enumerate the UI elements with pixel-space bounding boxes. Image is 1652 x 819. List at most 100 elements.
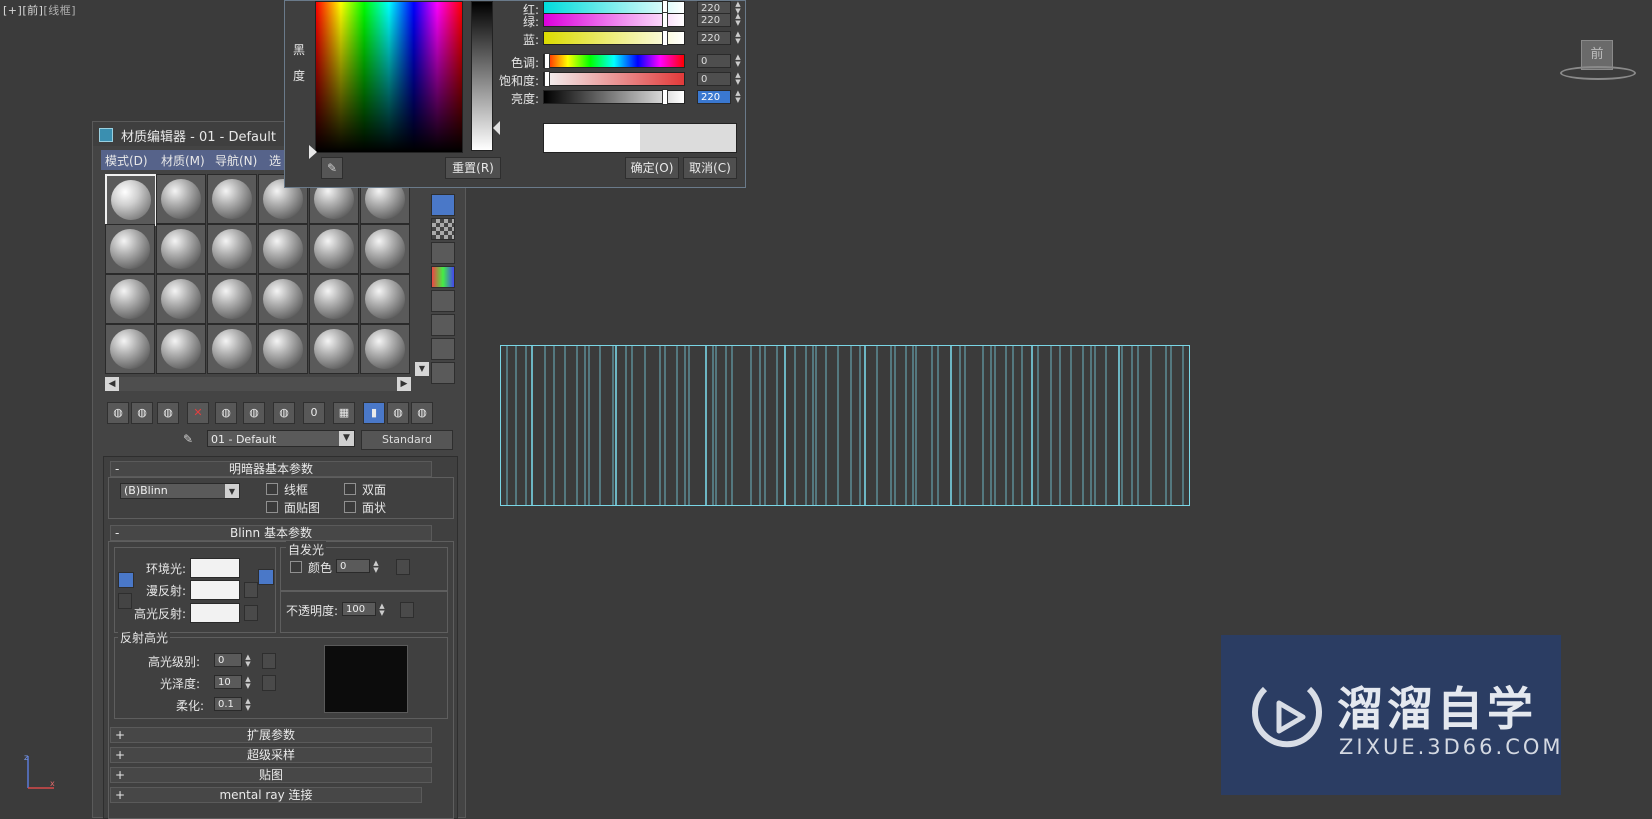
lock-map-icon[interactable] [258,569,274,585]
show-end-result-icon[interactable]: ▮ [363,402,385,424]
faceted-checkbox[interactable] [344,501,356,513]
chevron-down-icon[interactable]: ▼ [339,431,354,446]
diffuse-color-swatch[interactable] [190,580,240,600]
rollout-extended-header[interactable]: + 扩展参数 [110,727,432,743]
rollout-maps-header[interactable]: + 贴图 [110,767,432,783]
rollout-mental-ray-header[interactable]: + mental ray 连接 [110,787,422,803]
scroll-right-arrow-icon[interactable]: ▶ [397,377,411,391]
material-sample-slot[interactable] [309,224,359,274]
put-to-library-icon[interactable]: ◍ [273,402,295,424]
background-checker-icon[interactable] [431,218,455,240]
rollout-blinn-basic-header[interactable]: - Blinn 基本参数 [110,525,432,541]
material-sample-slot[interactable] [309,324,359,374]
glossiness-map-button[interactable] [262,675,276,691]
material-sample-slot[interactable] [105,274,155,324]
value-slider[interactable] [543,89,685,105]
menu-navigation[interactable]: 导航(N) [215,152,257,169]
hue-blackness-spectrum[interactable] [315,1,463,153]
opacity-spinner[interactable]: 100 ▲ ▼ [342,602,385,617]
self-illum-map-button[interactable] [396,559,410,575]
material-id-channel-icon[interactable]: 0 [303,402,325,424]
options-icon[interactable] [431,338,455,360]
material-sample-slot[interactable] [105,174,157,226]
specular-color-swatch[interactable] [190,603,240,623]
scroll-down-arrow-icon[interactable]: ▼ [415,362,429,376]
material-sample-slot[interactable] [156,324,206,374]
glossiness-spinner[interactable]: 10 ▲ ▼ [214,675,251,690]
spinner-arrows-icon[interactable]: ▲ ▼ [377,603,387,617]
material-sample-slot[interactable] [360,324,410,374]
show-map-in-viewport-icon[interactable]: ▦ [333,402,355,424]
specular-level-map-button[interactable] [262,653,276,669]
reset-map-delete-icon[interactable]: ✕ [187,402,209,424]
make-unique-icon[interactable]: ◍ [243,402,265,424]
shader-type-dropdown[interactable]: (B)Blinn ▼ [120,483,240,499]
ok-button[interactable]: 确定(O) [625,157,679,179]
make-preview-icon[interactable] [431,314,455,336]
backlight-icon[interactable] [431,242,455,264]
reset-button[interactable]: 重置(R) [445,157,501,179]
viewcube-ring[interactable] [1560,66,1636,80]
two-sided-checkbox[interactable] [344,483,356,495]
blackness-pointer-icon[interactable] [309,145,317,159]
put-to-scene-icon[interactable]: ◍ [131,402,153,424]
menu-material[interactable]: 材质(M) [161,152,205,169]
cancel-button[interactable]: 取消(C) [683,157,737,179]
rollout-shader-basic-header[interactable]: - 明暗器基本参数 [110,461,432,477]
select-by-material-icon[interactable] [431,362,455,384]
material-sample-slot[interactable] [258,274,308,324]
pick-material-eyedropper-icon[interactable]: ✎ [183,432,199,448]
value-value-field[interactable]: 220 [697,90,731,104]
material-sample-slot[interactable] [105,224,155,274]
scroll-left-arrow-icon[interactable]: ◀ [105,377,119,391]
self-illum-spinner[interactable]: 0 ▲ ▼ [336,559,379,574]
menu-mode[interactable]: 模式(D) [105,152,148,169]
wire-checkbox[interactable] [266,483,278,495]
spinner-arrows-icon[interactable]: ▲ ▼ [733,31,743,45]
green-slider[interactable] [543,12,685,28]
viewport-view-menu[interactable]: [前] [22,4,43,17]
spinner-arrows-icon[interactable]: ▲ ▼ [733,72,743,86]
material-sample-slot[interactable] [360,224,410,274]
saturation-value-field[interactable]: 0 [697,72,731,86]
material-sample-slot[interactable] [309,274,359,324]
lock-ambient-diffuse-icon[interactable] [118,572,134,588]
whiteness-pointer-icon[interactable] [493,121,500,135]
menu-options[interactable]: 选 [269,152,281,169]
specular-level-spinner[interactable]: 0 ▲ ▼ [214,653,251,668]
spinner-arrows-icon[interactable]: ▲ ▼ [733,54,743,68]
rollout-supersampling-header[interactable]: + 超级采样 [110,747,432,763]
material-sample-slot[interactable] [156,274,206,324]
face-map-checkbox[interactable] [266,501,278,513]
material-sample-slot[interactable] [207,274,257,324]
diffuse-map-button[interactable] [244,582,258,598]
spinner-arrows-icon[interactable]: ▲ ▼ [243,698,253,712]
material-name-field[interactable]: 01 - Default ▼ [207,430,355,447]
blue-value-field[interactable]: 220 [697,31,731,45]
soften-spinner[interactable]: 0.1 ▲ ▼ [214,697,251,712]
lock-diffuse-specular-icon[interactable] [118,593,132,609]
material-sample-slot[interactable] [207,174,257,224]
self-illum-color-checkbox[interactable] [290,561,302,573]
viewcube[interactable]: 前 [1560,36,1652,86]
material-sample-slot[interactable] [360,274,410,324]
hue-value-field[interactable]: 0 [697,54,731,68]
viewport-label[interactable]: [+][前][线框] [3,2,76,18]
go-to-parent-icon[interactable]: ◍ [387,402,409,424]
chevron-down-icon[interactable]: ▼ [225,484,239,498]
sample-uv-tiling-icon[interactable] [431,266,455,288]
spinner-arrows-icon[interactable]: ▲ ▼ [733,13,743,27]
spinner-arrows-icon[interactable]: ▲ ▼ [243,654,253,668]
go-forward-sibling-icon[interactable]: ◍ [411,402,433,424]
slots-scrollbar[interactable]: ◀ ▶ [105,377,411,391]
material-sample-slot[interactable] [207,324,257,374]
spinner-arrows-icon[interactable]: ▲ ▼ [243,676,253,690]
blue-slider[interactable] [543,30,685,46]
material-sample-slot[interactable] [258,324,308,374]
viewport-shading-menu[interactable]: [线框] [43,4,76,17]
material-type-button[interactable]: Standard [361,430,453,450]
spinner-arrows-icon[interactable]: ▲ ▼ [371,560,381,574]
spinner-arrows-icon[interactable]: ▲ ▼ [733,90,743,104]
wireframe-box-object[interactable] [500,345,1190,506]
material-sample-slot[interactable] [156,224,206,274]
